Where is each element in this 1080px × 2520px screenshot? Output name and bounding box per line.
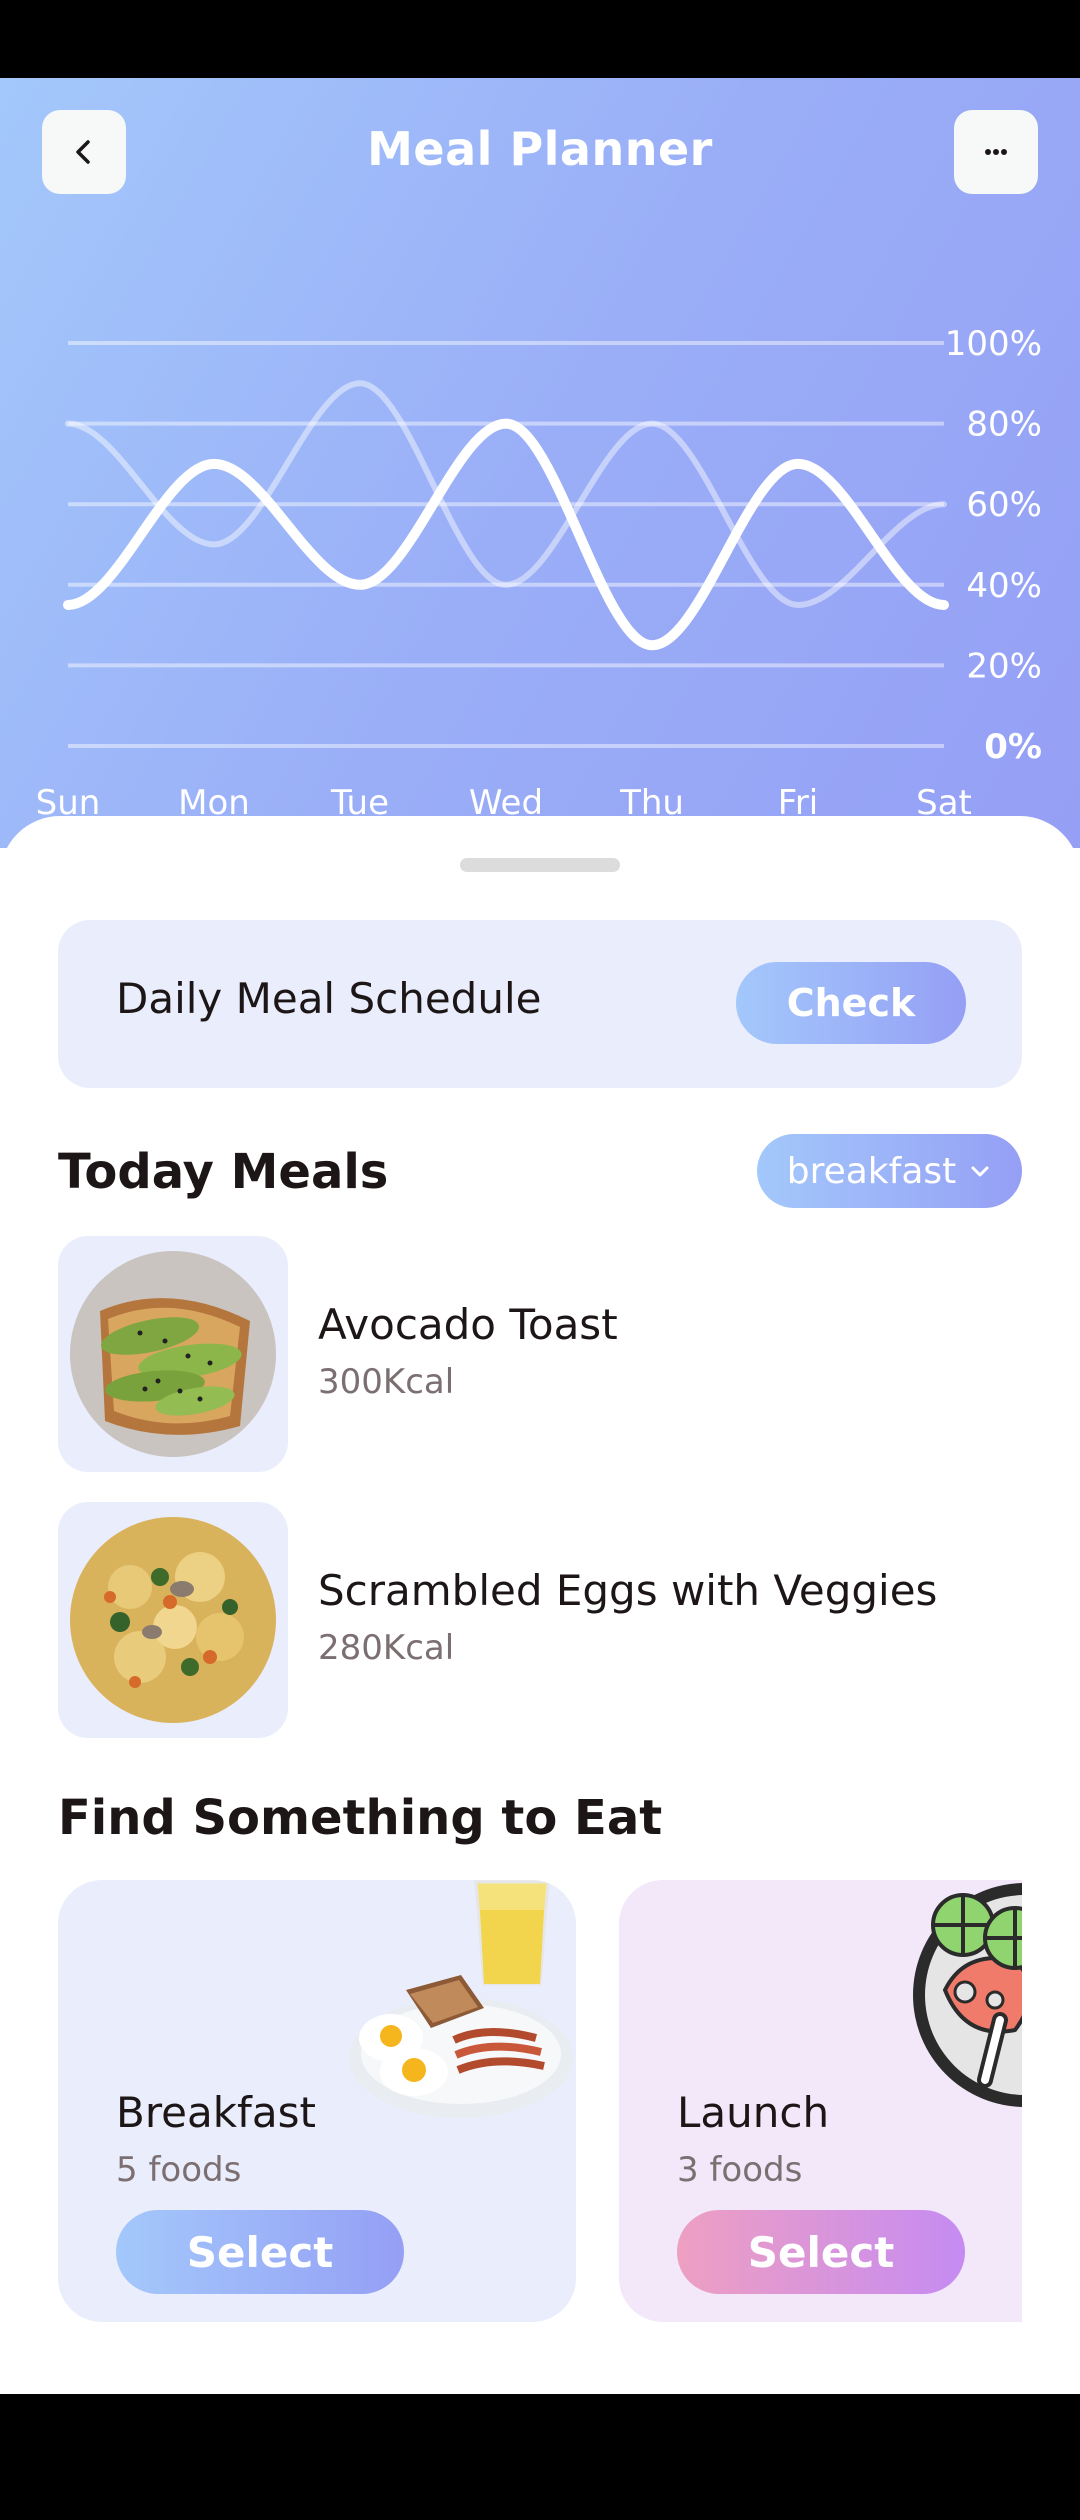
meal-item[interactable]: Avocado Toast 300Kcal — [58, 1236, 1022, 1472]
meal-calories: 300Kcal — [318, 1362, 455, 1402]
y-tick-label: 80% — [966, 405, 1042, 445]
meal-calories: 280Kcal — [318, 1628, 455, 1668]
page-title: Meal Planner — [367, 122, 713, 176]
check-button[interactable]: Check — [736, 962, 966, 1044]
select-button[interactable]: Select — [116, 2210, 404, 2294]
y-tick-label: 40% — [966, 566, 1042, 606]
y-tick-label: 60% — [966, 485, 1042, 525]
meal-progress-chart: 100%80%60%40%20%0%Sun Mon Tue Wed Thu Fri Sat — [36, 324, 1042, 823]
status-bar — [0, 0, 1080, 78]
meal-thumbnail — [58, 1236, 288, 1472]
meal-item[interactable]: Scrambled Eggs with Veggies 280Kcal — [58, 1502, 1022, 1738]
sheet-handle[interactable] — [460, 858, 620, 872]
meal-thumbnail — [58, 1502, 288, 1738]
chart-series-line — [65, 380, 947, 608]
y-tick-label: 0% — [984, 727, 1042, 767]
avocado-toast-image — [70, 1251, 276, 1457]
card-title: Breakfast — [116, 2088, 316, 2137]
more-dots-icon — [985, 149, 1007, 155]
card-title: Launch — [677, 2088, 830, 2137]
hero-header: Meal Planner 100% 80% 60% 40% 20% 0% Sun Mon Tue… — [0, 78, 1080, 848]
meal-type-dropdown[interactable]: breakfast — [757, 1134, 1022, 1208]
meal-name: Avocado Toast — [318, 1300, 618, 1349]
find-something-title: Find Something to Eat — [58, 1790, 663, 1846]
lunch-card[interactable]: Launch 3 foods Select — [619, 1880, 1022, 2322]
dropdown-value: breakfast — [786, 1150, 957, 1192]
y-tick-label: 20% — [966, 646, 1042, 686]
system-navigation-bar — [0, 2394, 1080, 2520]
card-food-count: 5 foods — [116, 2150, 242, 2190]
schedule-label: Daily Meal Schedule — [116, 974, 542, 1023]
chart-series-line — [63, 418, 949, 651]
more-button[interactable] — [954, 110, 1038, 194]
breakfast-card[interactable]: Breakfast 5 foods Select — [58, 1880, 576, 2322]
card-food-count: 3 foods — [677, 2150, 803, 2190]
breakfast-plate-icon — [349, 1880, 573, 2118]
salad-bowl-icon — [913, 1883, 1022, 2107]
chevron-down-icon — [971, 1166, 989, 1177]
meal-name: Scrambled Eggs with Veggies — [318, 1566, 938, 1615]
select-button[interactable]: Select — [677, 2210, 965, 2294]
daily-schedule-card: Daily Meal Schedule Check — [58, 920, 1022, 1088]
app-screen: Meal Planner 100% 80% 60% 40% 20% 0% Sun Mon Tue… — [0, 78, 1080, 2394]
today-meals-title: Today Meals — [58, 1144, 389, 1200]
y-tick-label: 100% — [945, 324, 1042, 364]
scrambled-eggs-image — [70, 1517, 276, 1723]
